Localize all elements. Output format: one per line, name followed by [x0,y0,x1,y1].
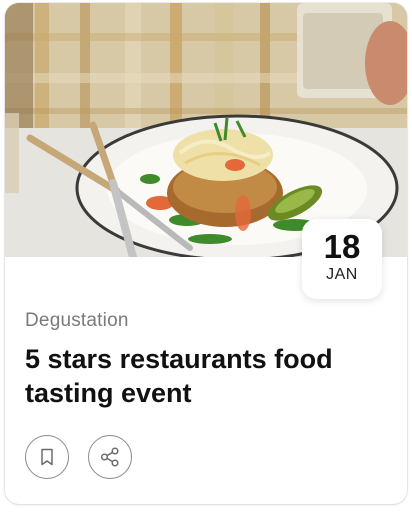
share-button[interactable] [88,435,132,479]
date-badge: 18 JAN [302,219,382,299]
event-category: Degustation [25,310,129,331]
date-month: JAN [326,266,358,283]
event-title[interactable]: 5 stars restaurants food tasting event [25,342,395,410]
bookmark-icon [41,448,53,466]
bookmark-button[interactable] [25,435,69,479]
date-day: 18 [323,228,361,265]
event-card[interactable]: 18 JAN Degustation 5 stars restaurants f… [5,3,407,504]
share-icon [100,447,119,467]
